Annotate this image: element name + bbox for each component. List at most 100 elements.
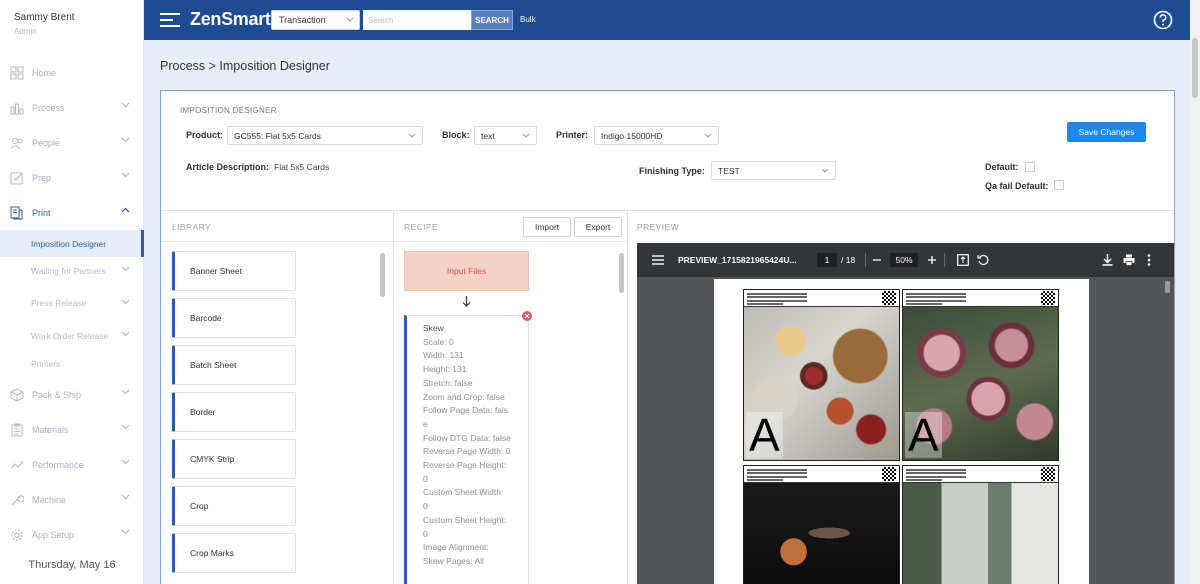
default-checkbox[interactable]	[1025, 162, 1035, 172]
pdf-viewer[interactable]: PREVIEW_1715821965424U... 1 / 18 50% A A	[637, 243, 1174, 584]
sidebar-item-pack-ship[interactable]: Pack & Ship	[0, 377, 144, 412]
library-item-batch-sheet[interactable]: Batch Sheet	[172, 345, 296, 385]
sidebar-item-people[interactable]: People	[0, 125, 144, 160]
skew-param: Image Alignment:	[423, 542, 489, 553]
scrollbar-thumb[interactable]	[1192, 38, 1198, 98]
sidebar-subitem-waiting-for-partners[interactable]: Waiting for Partners	[0, 257, 144, 284]
printer-value: Indigo 15000HD	[601, 131, 663, 141]
menu-icon[interactable]	[160, 12, 181, 28]
toolbar-separator	[865, 253, 866, 267]
preview-header: PREVIEW	[637, 222, 680, 232]
recipe-scrollbar[interactable]	[619, 253, 624, 293]
sidebar-item-performance[interactable]: Performance	[0, 447, 144, 482]
gear-icon	[9, 527, 25, 543]
sidebar-item-print[interactable]: Print	[0, 195, 144, 230]
search-type-select[interactable]: Transaction	[271, 10, 360, 30]
product-label: Product:	[186, 130, 223, 140]
sidebar-item-label: Machine	[32, 494, 67, 505]
input-files-block[interactable]: Input Files	[404, 251, 529, 291]
finishing-type-select[interactable]: TEST	[711, 161, 836, 180]
save-changes-button[interactable]: Save Changes	[1067, 122, 1146, 142]
hummingbird-image	[744, 483, 899, 584]
tile-header	[744, 466, 899, 483]
skew-param: Reverse Page Width: 0	[423, 446, 511, 457]
sidebar-item-label: Performance	[32, 459, 84, 470]
skew-param: Reverse Page Height: 0	[423, 460, 507, 484]
finishing-type-value: TEST	[718, 166, 740, 176]
library-item-border[interactable]: Border	[172, 392, 296, 432]
sidebar-item-materials[interactable]: Materials	[0, 412, 144, 447]
imposition-designer-card: IMPOSITION DESIGNER Product: GC555: Flat…	[160, 90, 1175, 584]
sidebar-item-machine[interactable]: Machine	[0, 482, 144, 517]
sidebar-item-process[interactable]: Process	[0, 90, 144, 125]
zoom-in-icon[interactable]	[928, 256, 936, 264]
chevron-down-icon	[121, 102, 130, 108]
bulk-link[interactable]: Bulk	[520, 15, 536, 24]
qr-code-icon	[1041, 467, 1055, 481]
sidebar-item-label: Print	[32, 207, 51, 218]
more-options-icon[interactable]	[1147, 254, 1151, 266]
skew-param: Height: 131	[423, 364, 467, 375]
library-item-barcode[interactable]: Barcode	[172, 298, 296, 338]
sidebar-item-home[interactable]: Home	[0, 55, 144, 90]
help-icon[interactable]	[1153, 10, 1173, 30]
product-value: GC555: Flat 5x5 Cards	[234, 131, 321, 141]
printer-icon	[9, 205, 25, 221]
qa-fail-default-checkbox[interactable]	[1054, 180, 1064, 190]
app-logo: ZenSmart	[190, 9, 271, 29]
chevron-down-icon	[121, 266, 130, 272]
library-item-crop[interactable]: Crop	[172, 486, 296, 526]
tile-header	[744, 290, 899, 307]
skew-param: Custom Sheet Height: 0	[423, 514, 507, 539]
skew-param: Skew Pages: All	[423, 555, 484, 566]
search-input[interactable]	[363, 10, 471, 30]
download-icon[interactable]	[1102, 254, 1113, 266]
printer-label: Printer:	[556, 130, 589, 140]
product-select[interactable]: GC555: Flat 5x5 Cards	[227, 126, 423, 145]
sidebar-item-prep[interactable]: Prep	[0, 160, 144, 195]
user-name: Sammy Brent	[14, 12, 75, 23]
bar-chart-icon	[9, 100, 25, 116]
chevron-down-icon	[121, 389, 130, 395]
printer-select[interactable]: Indigo 15000HD	[594, 126, 719, 145]
remove-step-icon[interactable]	[522, 311, 532, 321]
pdf-page-input[interactable]: 1	[817, 253, 837, 267]
box-icon	[9, 387, 25, 403]
block-select[interactable]: text	[474, 126, 537, 145]
tile-flowers: A	[902, 289, 1059, 461]
chevron-down-icon	[121, 529, 130, 535]
skew-param: Stretch: false	[423, 377, 473, 388]
recipe-header: RECIPE	[404, 222, 439, 232]
pdf-zoom-value[interactable]: 50%	[890, 253, 918, 267]
export-button[interactable]: Export	[574, 217, 622, 237]
print-icon[interactable]	[1123, 254, 1135, 266]
chevron-down-icon	[121, 172, 130, 178]
tile-letter: A	[746, 412, 783, 458]
zoom-out-icon[interactable]	[873, 259, 881, 261]
page-scrollbar[interactable]	[1190, 0, 1200, 584]
search-button[interactable]: SEARCH	[471, 10, 513, 30]
sidebar-item-app-setup[interactable]: App Setup	[0, 517, 144, 552]
pdf-scrollbar[interactable]	[1165, 281, 1170, 293]
library-item-crop-marks[interactable]: Crop Marks	[172, 533, 296, 573]
fit-page-icon[interactable]	[957, 254, 969, 266]
user-role: Admin	[14, 27, 37, 36]
library-scrollbar[interactable]	[380, 253, 385, 297]
sidebar-item-label: App Setup	[32, 529, 75, 540]
import-button[interactable]: Import	[523, 217, 571, 237]
library-item-cmyk-strip[interactable]: CMYK Strip	[172, 439, 296, 479]
library-item-banner-sheet[interactable]: Banner Sheet	[172, 251, 296, 291]
sidebar-item-label: Materials	[32, 424, 69, 435]
chevron-down-icon	[121, 459, 130, 465]
menu-icon[interactable]	[652, 255, 664, 265]
skew-param: Scale: 0	[423, 336, 454, 347]
skew-step-card[interactable]: Skew Scale: 0 Width: 131 Height: 131 Str…	[404, 315, 529, 584]
rotate-icon[interactable]	[977, 254, 989, 266]
header-divider	[161, 241, 626, 242]
sidebar-subitem-printers[interactable]: Printers	[0, 350, 144, 377]
sidebar-subitem-work-order-release[interactable]: Work Order Release	[0, 322, 144, 350]
chevron-down-icon	[522, 133, 530, 138]
wrench-icon	[9, 492, 25, 508]
sidebar-subitem-imposition-designer[interactable]: Imposition Designer	[0, 230, 144, 257]
sidebar-subitem-press-release[interactable]: Press Release	[0, 284, 144, 322]
